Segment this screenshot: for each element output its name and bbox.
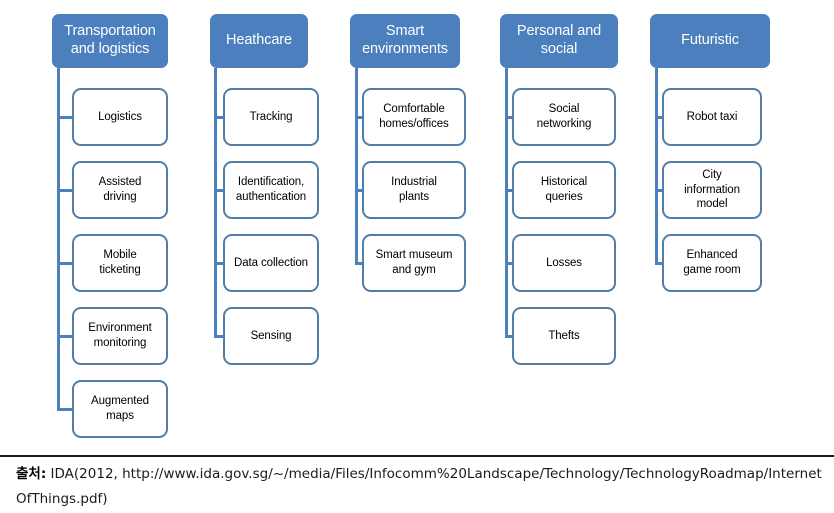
connector-stub: [214, 334, 223, 338]
iot-domains-diagram: Transportation and logistics Logistics Assi…: [0, 0, 834, 455]
node-personal-and-social-2[interactable]: Losses: [512, 234, 616, 292]
diagram-canvas: Transportation and logistics Logistics Assi…: [0, 0, 834, 513]
node-label: Augmented maps: [91, 395, 149, 422]
node-label: Sensing: [250, 329, 292, 342]
source-caption: 출처: IDA(2012, http://www.ida.gov.sg/~/me…: [16, 462, 822, 512]
node-label: Losses: [546, 256, 582, 269]
node-smart-environments-0[interactable]: Comfortable homes/offices: [362, 88, 466, 146]
node-transportation-and-logistics-2[interactable]: Mobile ticketing: [72, 234, 168, 292]
node-personal-and-social-0[interactable]: Social networking: [512, 88, 616, 146]
category-header-futuristic[interactable]: Futuristic: [650, 14, 770, 68]
node-label: Comfortable homes/offices: [379, 103, 449, 130]
node-label: Mobile ticketing: [99, 249, 141, 276]
node-transportation-and-logistics-0[interactable]: Logistics: [72, 88, 168, 146]
connector-stub: [214, 115, 223, 119]
category-header-transportation-and-logistics[interactable]: Transportation and logistics: [52, 14, 168, 68]
connector-stub: [505, 334, 512, 338]
connector-stub: [655, 188, 662, 192]
node-label: Industrial plants: [391, 176, 437, 203]
connector-stub: [57, 115, 72, 119]
node-transportation-and-logistics-3[interactable]: Environment monitoring: [72, 307, 168, 365]
category-header-label: Futuristic: [681, 32, 739, 49]
connector-stub: [57, 261, 72, 265]
node-personal-and-social-3[interactable]: Thefts: [512, 307, 616, 365]
connector-stub: [355, 115, 362, 119]
node-heathcare-0[interactable]: Tracking: [223, 88, 319, 146]
category-header-heathcare[interactable]: Heathcare: [210, 14, 308, 68]
connector-stub: [655, 261, 662, 265]
node-label: Assisted driving: [98, 176, 142, 203]
node-futuristic-0[interactable]: Robot taxi: [662, 88, 762, 146]
node-smart-environments-1[interactable]: Industrial plants: [362, 161, 466, 219]
connector-stub: [214, 261, 223, 265]
category-header-label: Smart environments: [362, 23, 448, 57]
category-header-label: Personal and social: [516, 23, 602, 57]
caption-divider-rule: [0, 455, 834, 457]
node-label: Thefts: [548, 329, 580, 342]
node-transportation-and-logistics-1[interactable]: Assisted driving: [72, 161, 168, 219]
node-label: Environment monitoring: [88, 322, 152, 349]
node-label: Social networking: [536, 103, 592, 130]
node-futuristic-1[interactable]: City information model: [662, 161, 762, 219]
connector-stub: [505, 188, 512, 192]
connector-spine-personal-and-social: [505, 68, 508, 338]
node-futuristic-2[interactable]: Enhanced game room: [662, 234, 762, 292]
connector-stub: [214, 188, 223, 192]
node-heathcare-1[interactable]: Identification, authentication: [223, 161, 319, 219]
node-label: City information model: [684, 168, 740, 211]
node-label: Enhanced game room: [683, 249, 741, 276]
connector-stub: [57, 407, 72, 411]
category-header-personal-and-social[interactable]: Personal and social: [500, 14, 618, 68]
connector-spine-futuristic: [655, 68, 658, 265]
node-personal-and-social-1[interactable]: Historical queries: [512, 161, 616, 219]
connector-stub: [355, 188, 362, 192]
node-label: Logistics: [98, 110, 142, 123]
connector-stub: [355, 261, 362, 265]
caption-label: 출처:: [16, 466, 47, 482]
connector-stub: [505, 261, 512, 265]
node-label: Identification, authentication: [235, 176, 307, 203]
node-label: Smart museum and gym: [375, 249, 453, 276]
connector-spine-transportation-and-logistics: [57, 68, 60, 411]
connector-stub: [655, 115, 662, 119]
node-label: Tracking: [249, 110, 293, 123]
connector-spine-heathcare: [214, 68, 217, 338]
node-label: Historical queries: [540, 176, 588, 203]
category-header-smart-environments[interactable]: Smart environments: [350, 14, 460, 68]
caption-source-text: IDA(2012, http://www.ida.gov.sg/~/media/…: [16, 466, 822, 507]
connector-stub: [505, 115, 512, 119]
node-heathcare-3[interactable]: Sensing: [223, 307, 319, 365]
node-label: Robot taxi: [686, 110, 738, 123]
category-header-label: Transportation and logistics: [64, 23, 156, 57]
node-label: Data collection: [234, 256, 308, 269]
category-header-label: Heathcare: [226, 32, 292, 49]
node-heathcare-2[interactable]: Data collection: [223, 234, 319, 292]
node-transportation-and-logistics-4[interactable]: Augmented maps: [72, 380, 168, 438]
connector-stub: [57, 334, 72, 338]
node-smart-environments-2[interactable]: Smart museum and gym: [362, 234, 466, 292]
connector-spine-smart-environments: [355, 68, 358, 265]
connector-stub: [57, 188, 72, 192]
